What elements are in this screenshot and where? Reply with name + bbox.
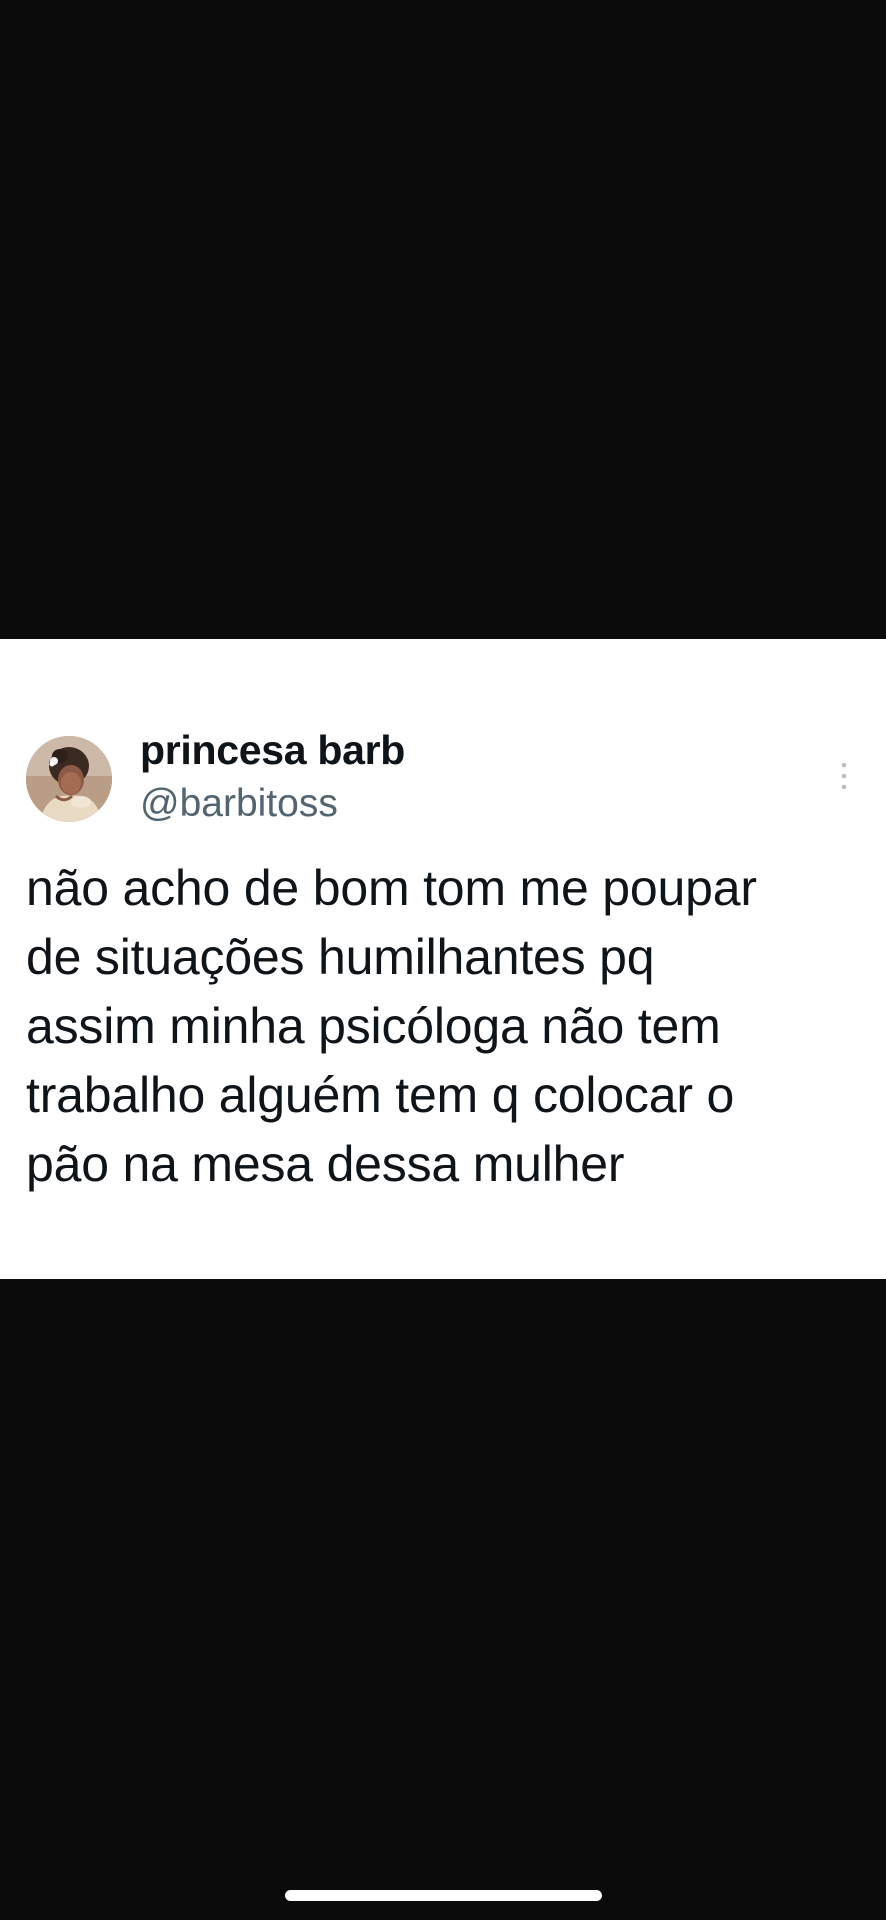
tweet-text: não acho de bom tom me poupar de situaçõ… xyxy=(26,860,757,1192)
avatar-photo xyxy=(26,736,112,822)
bottom-letterbox xyxy=(0,1279,886,1920)
display-name[interactable]: princesa barb xyxy=(140,727,405,774)
user-handle[interactable]: @barbitoss xyxy=(140,782,338,826)
top-letterbox xyxy=(0,0,886,639)
screenshot-viewer: princesa barb @barbitoss não acho de bom… xyxy=(0,0,886,1920)
avatar[interactable] xyxy=(26,736,112,822)
more-vertical-icon xyxy=(841,762,847,790)
tweet-card: princesa barb @barbitoss não acho de bom… xyxy=(0,639,886,1279)
home-indicator[interactable] xyxy=(285,1890,602,1901)
more-options-button[interactable] xyxy=(826,751,862,801)
